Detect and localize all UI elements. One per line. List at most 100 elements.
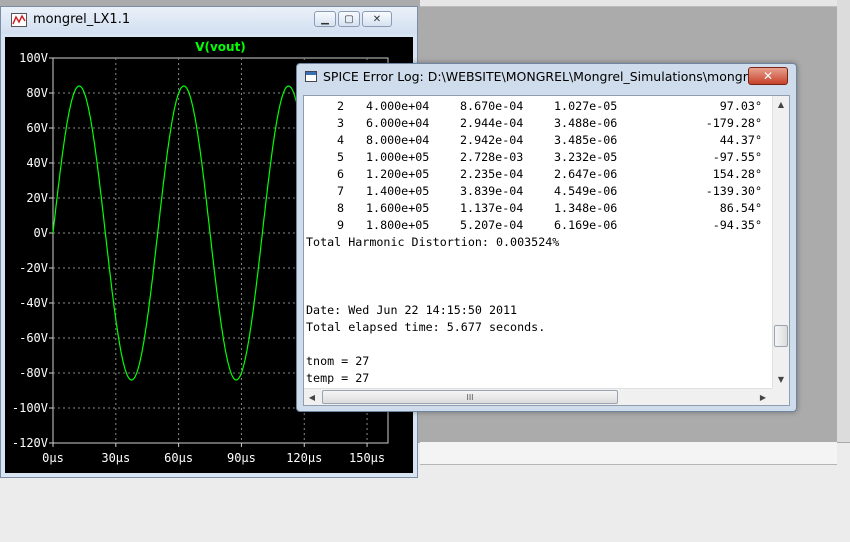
harmonic-number: 3 bbox=[336, 116, 344, 130]
close-icon: ✕ bbox=[372, 13, 382, 25]
harmonic-number: 4 bbox=[336, 133, 344, 147]
harmonic-magnitude: 2.728e-03 bbox=[460, 150, 524, 164]
arrow-up-icon: ▲ bbox=[777, 100, 785, 109]
minimize-button[interactable]: ▁ bbox=[314, 11, 336, 27]
background-bottom-toolbar bbox=[420, 442, 837, 465]
harmonic-magnitude: 2.944e-04 bbox=[460, 116, 524, 130]
harmonic-row: 3 6.000e+04 2.944e-04 3.488e-06 -179.28° bbox=[306, 115, 772, 132]
harmonic-phase: -139.30° bbox=[705, 184, 762, 198]
harmonic-phase: 154.28° bbox=[712, 167, 762, 181]
harmonic-normalized: 1.027e-05 bbox=[554, 99, 618, 113]
harmonic-magnitude: 2.235e-04 bbox=[460, 167, 524, 181]
harmonic-phase: -97.55° bbox=[712, 150, 762, 164]
plot-window-titlebar[interactable]: mongrel_LX1.1 ▁ ▢ ✕ bbox=[1, 7, 417, 34]
date-line: Date: Wed Jun 22 14:15:50 2011 bbox=[306, 303, 518, 317]
y-tick-label: -100V bbox=[12, 401, 48, 415]
chart-title: V(vout) bbox=[195, 40, 246, 54]
waveform-app-icon bbox=[11, 13, 27, 27]
harmonic-normalized: 3.488e-06 bbox=[554, 116, 618, 130]
spice-error-log-window[interactable]: SPICE Error Log: D:\WEBSITE\MONGREL\Mong… bbox=[296, 63, 797, 412]
harmonic-frequency: 1.800e+05 bbox=[366, 218, 430, 232]
background-window-edge bbox=[420, 0, 850, 7]
scroll-left-button[interactable]: ◀ bbox=[304, 389, 320, 406]
x-tick-label: 30µs bbox=[101, 451, 130, 465]
scroll-right-button[interactable]: ▶ bbox=[755, 389, 771, 406]
harmonic-normalized: 6.169e-06 bbox=[554, 218, 618, 232]
horizontal-scroll-thumb[interactable]: III bbox=[322, 390, 618, 404]
harmonic-row: 8 1.600e+05 1.137e-04 1.348e-06 86.54° bbox=[306, 200, 772, 217]
horizontal-scrollbar[interactable]: ◀ III ▶ bbox=[304, 388, 773, 405]
log-window-titlebar[interactable]: SPICE Error Log: D:\WEBSITE\MONGREL\Mong… bbox=[297, 64, 796, 90]
harmonic-phase: -94.35° bbox=[712, 218, 762, 232]
y-tick-label: 20V bbox=[26, 191, 48, 205]
log-text-area[interactable]: 2 4.000e+04 8.670e-04 1.027e-05 97.03° 3 6.000… bbox=[303, 95, 790, 406]
harmonic-row: 5 1.000e+05 2.728e-03 3.232e-05 -97.55° bbox=[306, 149, 772, 166]
y-tick-label: -120V bbox=[12, 436, 48, 450]
x-tick-label: 60µs bbox=[164, 451, 193, 465]
harmonic-magnitude: 8.670e-04 bbox=[460, 99, 524, 113]
x-tick-label: 150µs bbox=[349, 451, 385, 465]
harmonic-frequency: 1.600e+05 bbox=[366, 201, 430, 215]
harmonic-number: 5 bbox=[336, 150, 344, 164]
tnom-line: tnom = 27 bbox=[306, 354, 370, 368]
y-tick-label: 80V bbox=[26, 86, 48, 100]
temp-line: temp = 27 bbox=[306, 371, 370, 384]
close-icon: ✕ bbox=[762, 69, 774, 83]
harmonic-number: 8 bbox=[336, 201, 344, 215]
harmonic-frequency: 6.000e+04 bbox=[366, 116, 430, 130]
scroll-down-button[interactable]: ▼ bbox=[773, 371, 789, 388]
harmonics-table: 2 4.000e+04 8.670e-04 1.027e-05 97.03° 3 6.000… bbox=[306, 98, 772, 234]
harmonic-normalized: 4.549e-06 bbox=[554, 184, 618, 198]
harmonic-row: 2 4.000e+04 8.670e-04 1.027e-05 97.03° bbox=[306, 98, 772, 115]
harmonic-frequency: 1.200e+05 bbox=[366, 167, 430, 181]
y-tick-label: 0V bbox=[34, 226, 48, 240]
harmonic-normalized: 3.485e-06 bbox=[554, 133, 618, 147]
arrow-right-icon: ▶ bbox=[759, 393, 767, 402]
harmonic-row: 4 8.000e+04 2.942e-04 3.485e-06 44.37° bbox=[306, 132, 772, 149]
harmonic-row: 9 1.800e+05 5.207e-04 6.169e-06 -94.35° bbox=[306, 217, 772, 234]
harmonic-phase: 44.37° bbox=[719, 133, 762, 147]
vertical-scroll-thumb[interactable] bbox=[774, 325, 788, 347]
harmonic-number: 9 bbox=[336, 218, 344, 232]
y-tick-label: 40V bbox=[26, 156, 48, 170]
x-tick-label: 120µs bbox=[286, 451, 322, 465]
harmonic-magnitude: 2.942e-04 bbox=[460, 133, 524, 147]
harmonic-frequency: 1.000e+05 bbox=[366, 150, 430, 164]
minimize-icon: ▁ bbox=[321, 13, 329, 25]
harmonic-frequency: 8.000e+04 bbox=[366, 133, 430, 147]
harmonic-row: 6 1.200e+05 2.235e-04 2.647e-06 154.28° bbox=[306, 166, 772, 183]
y-tick-label: -20V bbox=[19, 261, 48, 275]
maximize-button[interactable]: ▢ bbox=[338, 11, 360, 27]
scroll-grip-icon: III bbox=[466, 392, 474, 402]
scroll-up-button[interactable]: ▲ bbox=[773, 96, 789, 113]
y-tick-label: 100V bbox=[19, 51, 48, 65]
y-tick-label: 60V bbox=[26, 121, 48, 135]
harmonic-frequency: 4.000e+04 bbox=[366, 99, 430, 113]
log-content[interactable]: 2 4.000e+04 8.670e-04 1.027e-05 97.03° 3 6.000… bbox=[306, 98, 772, 384]
elapsed-time-line: Total elapsed time: 5.677 seconds. bbox=[306, 320, 546, 334]
harmonic-number: 6 bbox=[336, 167, 344, 181]
thd-line: Total Harmonic Distortion: 0.003524% bbox=[306, 235, 560, 249]
harmonic-magnitude: 3.839e-04 bbox=[460, 184, 524, 198]
y-tick-label: -60V bbox=[19, 331, 48, 345]
scrollbar-corner bbox=[772, 388, 789, 405]
harmonic-phase: 86.54° bbox=[719, 201, 762, 215]
harmonic-magnitude: 5.207e-04 bbox=[460, 218, 524, 232]
harmonic-number: 7 bbox=[336, 184, 344, 198]
harmonic-normalized: 1.348e-06 bbox=[554, 201, 618, 215]
x-tick-label: 0µs bbox=[42, 451, 64, 465]
close-button[interactable]: ✕ bbox=[362, 11, 392, 27]
harmonic-magnitude: 1.137e-04 bbox=[460, 201, 524, 215]
log-window-title: SPICE Error Log: D:\WEBSITE\MONGREL\Mong… bbox=[323, 69, 758, 84]
vertical-scrollbar[interactable]: ▲ ▼ bbox=[772, 96, 789, 388]
y-tick-label: -80V bbox=[19, 366, 48, 380]
harmonic-frequency: 1.400e+05 bbox=[366, 184, 430, 198]
window-icon bbox=[305, 71, 317, 82]
log-close-button[interactable]: ✕ bbox=[748, 67, 788, 85]
arrow-left-icon: ◀ bbox=[308, 393, 316, 402]
harmonic-normalized: 3.232e-05 bbox=[554, 150, 618, 164]
